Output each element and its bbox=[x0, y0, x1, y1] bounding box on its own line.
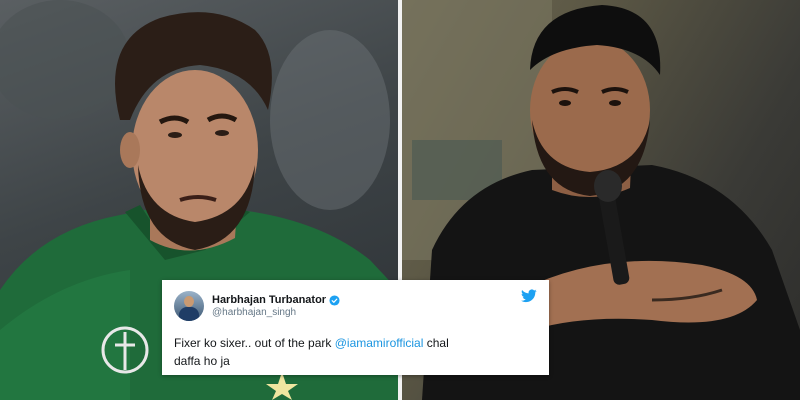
tweet-mention-link[interactable]: @iamamirofficial bbox=[335, 336, 424, 350]
tweet-text-start: Fixer ko sixer.. out of the park bbox=[174, 336, 335, 350]
user-handle[interactable]: @harbhajan_singh bbox=[212, 307, 340, 318]
display-name[interactable]: Harbhajan Turbanator bbox=[212, 294, 326, 306]
tweet-card: Harbhajan Turbanator @harbhajan_singh Fi… bbox=[162, 280, 549, 375]
avatar[interactable] bbox=[174, 291, 204, 321]
twitter-bird-icon[interactable] bbox=[521, 289, 537, 303]
tweet-header: Harbhajan Turbanator @harbhajan_singh bbox=[174, 288, 537, 324]
tweet-text: Fixer ko sixer.. out of the park @iamami… bbox=[174, 334, 474, 370]
tweet-author: Harbhajan Turbanator @harbhajan_singh bbox=[212, 294, 340, 318]
verified-badge-icon bbox=[329, 294, 340, 306]
display-name-row: Harbhajan Turbanator bbox=[212, 294, 340, 306]
